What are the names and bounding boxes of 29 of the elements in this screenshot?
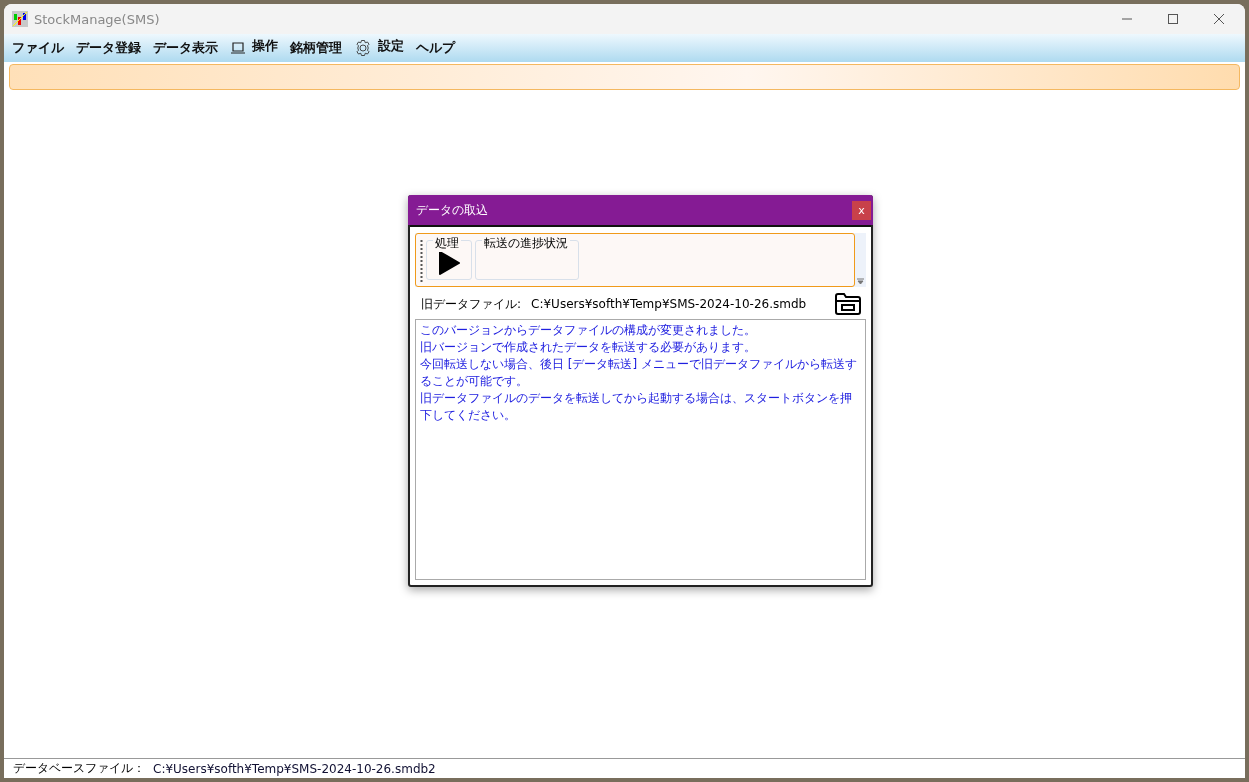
message-text: 旧データファイルのデータを転送してから起動する場合は、スタートボタンを押下してください。 [420, 390, 853, 424]
group-label: 転送の進捗状況 [482, 235, 570, 252]
menu-item[interactable]: 銘柄管理 [290, 39, 342, 57]
play-icon[interactable] [438, 251, 460, 275]
status-value: C:¥Users¥softh¥Temp¥SMS-2024-10-26.smdb2 [153, 761, 436, 776]
window-title: StockManage(SMS) [34, 11, 160, 27]
close-icon[interactable] [1213, 13, 1225, 25]
chart-icon [12, 11, 28, 27]
menu-item[interactable]: 設定 [378, 37, 404, 55]
message-text: 旧バージョンで作成されたデータを転送する必要があります。 [420, 339, 757, 356]
status-label: データベースファイル： [13, 760, 145, 777]
laptop-icon[interactable] [230, 42, 246, 54]
menu-item[interactable]: ファイル [12, 39, 64, 57]
old-file-label: 旧データファイル: [421, 295, 522, 313]
menu-item[interactable]: 操作 [252, 37, 278, 55]
menu-item[interactable]: ヘルプ [416, 39, 455, 57]
maximize-icon[interactable] [1167, 13, 1179, 25]
close-button[interactable]: x [852, 200, 871, 220]
group-label: 処理 [433, 235, 461, 252]
menu-item[interactable]: データ表示 [153, 39, 218, 57]
overflow-icon[interactable] [857, 278, 864, 285]
grip-icon [420, 240, 423, 282]
menu-item[interactable]: データ登録 [76, 39, 141, 57]
folder-icon[interactable] [834, 292, 862, 316]
dialog-title: データの取込 [416, 201, 488, 219]
settings-icon[interactable] [354, 39, 372, 57]
old-file-path: C:¥Users¥softh¥Temp¥SMS-2024-10-26.smdb [531, 297, 808, 311]
message-text: 今回転送しない場合、後日 [データ転送] メニューで旧データファイルから転送することが可能です。 [420, 356, 858, 390]
message-text: このバージョンからデータファイルの構成が変更されました。 [420, 322, 757, 339]
